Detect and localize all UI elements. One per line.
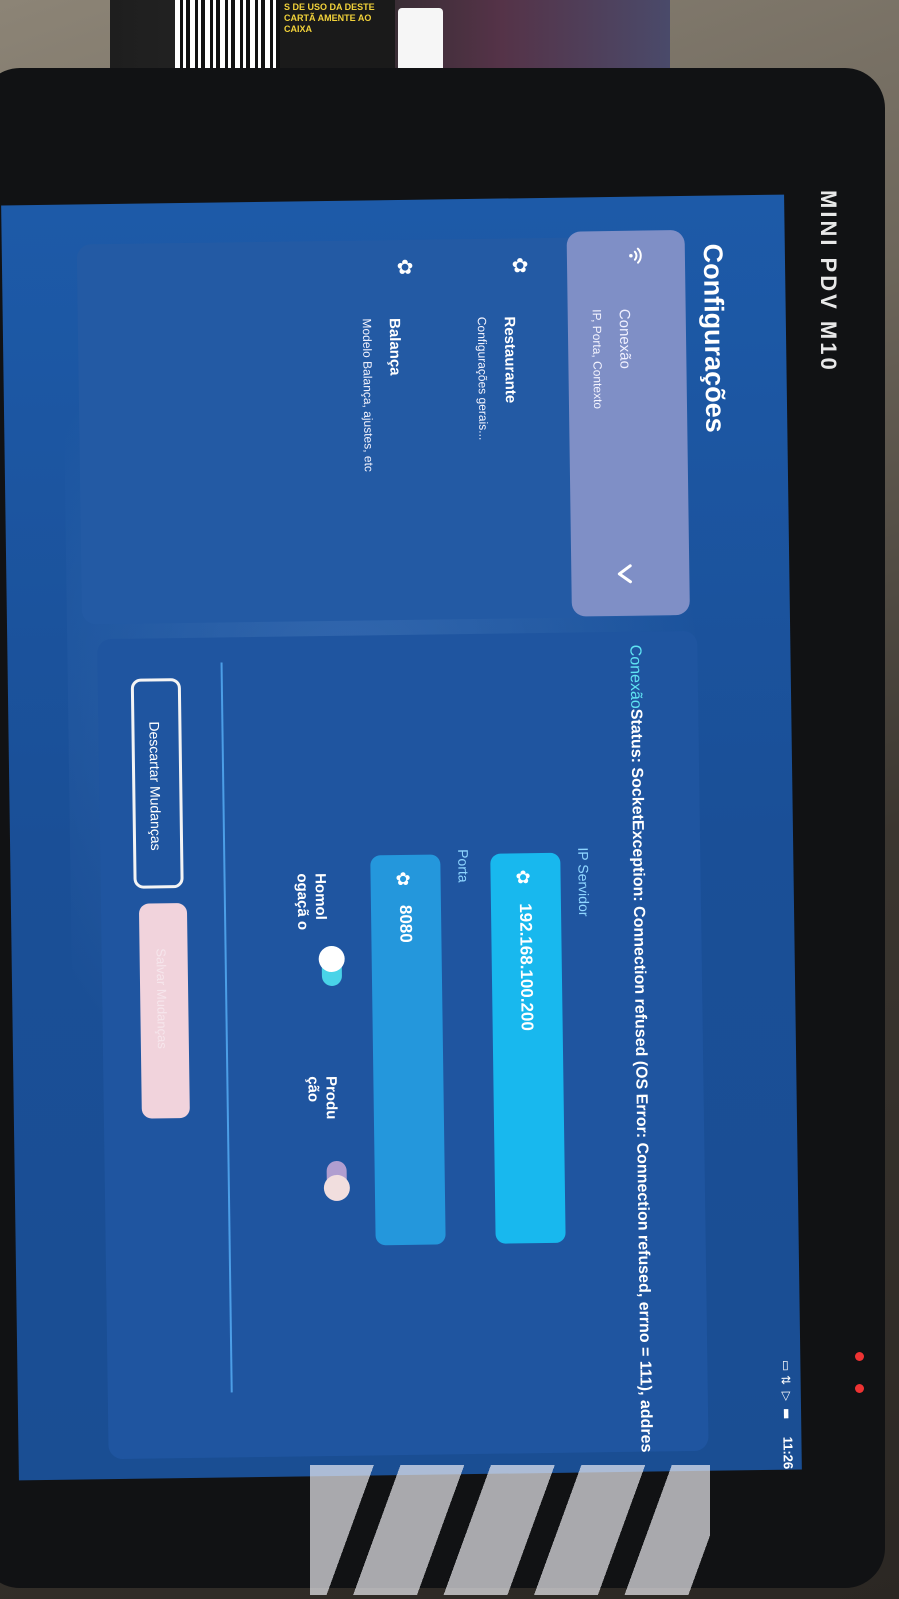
ip-label: IP Servidor: [575, 847, 593, 917]
production-toggle[interactable]: [323, 1160, 351, 1202]
light-reflection: [310, 1465, 710, 1595]
port-label: Porta: [455, 849, 472, 883]
menu-item-label: Conexão: [615, 308, 634, 369]
discard-changes-button[interactable]: Descartar Mudanças: [130, 678, 184, 889]
status-icons: ▯ ⇅ ▽ ▮: [778, 1358, 793, 1420]
port-field[interactable]: ✿ 8080: [370, 854, 446, 1246]
gear-icon: ✿: [507, 253, 531, 278]
gear-icon: ✿: [513, 867, 534, 889]
ip-value: 192.168.100.200: [515, 903, 537, 1032]
menu-item-balanca[interactable]: ✿ Balança Modelo Balança, ajustes, etc: [337, 239, 457, 621]
battery-icon: ▮: [778, 1405, 794, 1420]
discard-label: Descartar Mudanças: [146, 721, 165, 851]
menu-item-label: Balança: [385, 317, 404, 376]
wifi-icon: ▽: [778, 1388, 793, 1403]
wifi-icon: [622, 246, 645, 266]
led-indicator: [855, 1352, 864, 1361]
menu-item-subtitle: Modelo Balança, ajustes, etc: [359, 318, 376, 472]
device-brand: MINI PDV M10: [816, 190, 841, 373]
chevron-down-icon[interactable]: [613, 563, 635, 585]
menu-item-subtitle: IP, Porta, Contexto: [589, 309, 606, 410]
menu-item-subtitle: Configurações gerais...: [474, 316, 491, 441]
app-screen: ▯ ⇅ ▽ ▮ 11:26 Configurações Conexão IP, …: [1, 194, 802, 1481]
menu-item-restaurante[interactable]: ✿ Restaurante Configurações gerais...: [452, 238, 572, 620]
gear-icon: ✿: [393, 868, 414, 891]
vibrate-icon: ▯: [778, 1357, 793, 1372]
connection-title: Conexão: [626, 644, 645, 709]
ip-server-field[interactable]: ✿ 192.168.100.200: [490, 852, 566, 1244]
status-time: 11:26: [780, 1437, 796, 1470]
gear-icon: ✿: [392, 254, 416, 280]
homolog-label: Homol ogaçã o: [293, 873, 330, 931]
data-icon: ⇅: [778, 1374, 793, 1386]
homolog-toggle[interactable]: [318, 945, 345, 987]
save-changes-button[interactable]: Salvar Mudanças: [138, 903, 190, 1119]
toggle-knob: [318, 945, 345, 973]
page-title: Configurações: [697, 243, 731, 433]
settings-menu: Conexão IP, Porta, Contexto ✿ Restaurant…: [76, 229, 690, 625]
port-value: 8080: [395, 904, 416, 943]
production-label: Produ ção: [304, 1075, 340, 1120]
led-indicator: [855, 1384, 864, 1393]
menu-item-conexao[interactable]: Conexão IP, Porta, Contexto: [566, 229, 690, 617]
menu-item-label: Restaurante: [500, 316, 519, 404]
save-label: Salvar Mudanças: [153, 948, 170, 1049]
